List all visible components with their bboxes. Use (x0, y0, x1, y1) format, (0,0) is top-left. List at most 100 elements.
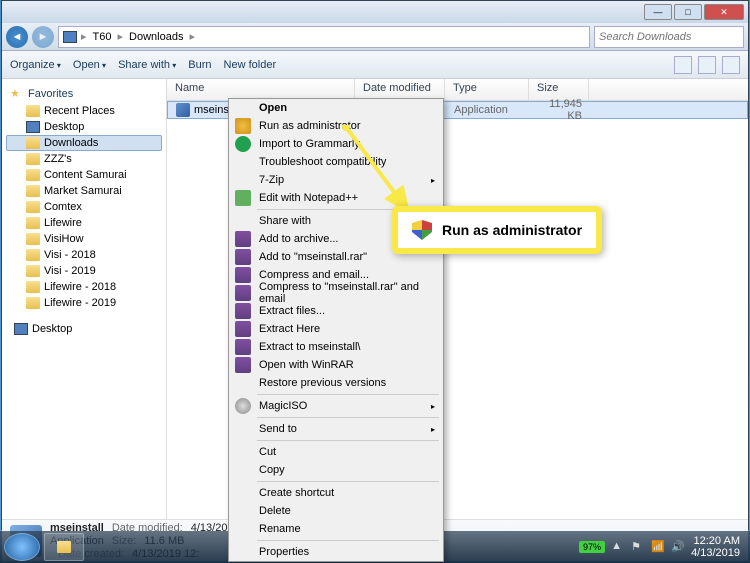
sidebar-item[interactable]: Content Samurai (6, 167, 162, 183)
ctx-label: Extract to mseinstall\ (259, 341, 360, 353)
ctx-extract-to[interactable]: Extract to mseinstall\ (229, 338, 443, 356)
sidebar-item-label: Downloads (44, 137, 98, 149)
address-bar: ◄ ► ▸ T60 ▸ Downloads ▸ (2, 23, 748, 51)
volume-icon[interactable]: 🔊 (671, 540, 685, 554)
sidebar-item-label: Lifewire - 2019 (44, 297, 116, 309)
ctx-shortcut[interactable]: Create shortcut (229, 484, 443, 502)
ctx-open-winrar[interactable]: Open with WinRAR (229, 356, 443, 374)
ctx-cut[interactable]: Cut (229, 443, 443, 461)
sidebar-item[interactable]: Lifewire - 2019 (6, 295, 162, 311)
preview-pane-icon[interactable] (698, 56, 716, 74)
winrar-icon (235, 267, 251, 283)
sidebar-item-desktop[interactable]: Desktop (6, 119, 162, 135)
sidebar-item-desktop-root[interactable]: Desktop (6, 321, 162, 337)
ctx-label: Open (259, 102, 287, 114)
sidebar-item[interactable]: Comtex (6, 199, 162, 215)
shield-icon (412, 220, 432, 240)
ctx-magiciso[interactable]: MagicISO (229, 397, 443, 415)
ctx-label: Open with WinRAR (259, 359, 354, 371)
minimize-button[interactable]: — (644, 4, 672, 20)
view-options-icon[interactable] (674, 56, 692, 74)
clock-date: 4/13/2019 (691, 547, 740, 559)
sidebar-item-label: Visi - 2018 (44, 249, 96, 261)
share-menu[interactable]: Share with (118, 59, 176, 71)
ctx-grammarly[interactable]: Import to Grammarly (229, 135, 443, 153)
winrar-icon (235, 321, 251, 337)
search-input[interactable] (594, 26, 744, 48)
column-name[interactable]: Name (167, 79, 355, 100)
ctx-restore[interactable]: Restore previous versions (229, 374, 443, 392)
breadcrumb-item[interactable]: Downloads (127, 31, 185, 43)
separator (257, 440, 439, 441)
computer-icon (63, 31, 77, 43)
ctx-7zip[interactable]: 7-Zip (229, 171, 443, 189)
sidebar-item[interactable]: Lifewire (6, 215, 162, 231)
recent-icon (26, 105, 40, 117)
tray-icon[interactable]: ▲ (611, 540, 625, 554)
ctx-extract-files[interactable]: Extract files... (229, 302, 443, 320)
ctx-copy[interactable]: Copy (229, 461, 443, 479)
breadcrumb-item[interactable]: T60 (91, 31, 114, 43)
back-button[interactable]: ◄ (6, 26, 28, 48)
help-icon[interactable] (722, 56, 740, 74)
forward-button[interactable]: ► (32, 26, 54, 48)
separator (257, 481, 439, 482)
folder-icon (26, 153, 40, 165)
ctx-troubleshoot[interactable]: Troubleshoot compatibility (229, 153, 443, 171)
ctx-delete[interactable]: Delete (229, 502, 443, 520)
close-button[interactable]: ✕ (704, 4, 744, 20)
application-icon (176, 103, 190, 117)
folder-icon (26, 233, 40, 245)
sidebar-item-downloads[interactable]: Downloads (6, 135, 162, 151)
ctx-rename[interactable]: Rename (229, 520, 443, 538)
star-icon: ★ (10, 87, 24, 101)
annotation-callout: Run as administrator (392, 206, 602, 254)
ctx-label: Extract files... (259, 305, 325, 317)
winrar-icon (235, 231, 251, 247)
file-size: 11,945 KB (530, 96, 590, 124)
folder-icon (26, 185, 40, 197)
ctx-notepadpp[interactable]: Edit with Notepad++ (229, 189, 443, 207)
organize-menu[interactable]: Organize (10, 59, 61, 71)
sidebar-item-label: Desktop (32, 323, 72, 335)
clock[interactable]: 12:20 AM 4/13/2019 (691, 535, 740, 559)
ctx-label: Rename (259, 523, 301, 535)
folder-icon (57, 541, 71, 553)
start-button[interactable] (4, 533, 40, 561)
maximize-button[interactable]: □ (674, 4, 702, 20)
sidebar-item[interactable]: VisiHow (6, 231, 162, 247)
ctx-label: Troubleshoot compatibility (259, 156, 386, 168)
taskbar-app-explorer[interactable] (44, 533, 84, 561)
new-folder-button[interactable]: New folder (224, 59, 277, 71)
ctx-label: Edit with Notepad++ (259, 192, 358, 204)
column-type[interactable]: Type (445, 79, 529, 100)
shield-icon (235, 118, 251, 134)
ctx-compress-rar-email[interactable]: Compress to "mseinstall.rar" and email (229, 284, 443, 302)
sidebar-item[interactable]: ZZZ's (6, 151, 162, 167)
file-type: Application (446, 102, 530, 118)
breadcrumb[interactable]: ▸ T60 ▸ Downloads ▸ (58, 26, 590, 48)
ctx-run-as-admin[interactable]: Run as administrator (229, 117, 443, 135)
sidebar-item[interactable]: Market Samurai (6, 183, 162, 199)
favorites-group[interactable]: ★ Favorites (6, 85, 162, 103)
ctx-open[interactable]: Open (229, 99, 443, 117)
network-icon[interactable]: 📶 (651, 540, 665, 554)
sidebar-item[interactable]: Lifewire - 2018 (6, 279, 162, 295)
sidebar-item-recent[interactable]: Recent Places (6, 103, 162, 119)
flag-icon[interactable]: ⚑ (631, 540, 645, 554)
desktop-icon (14, 323, 28, 335)
sidebar-item-label: ZZZ's (44, 153, 72, 165)
sidebar-item[interactable]: Visi - 2018 (6, 247, 162, 263)
sidebar-item[interactable]: Visi - 2019 (6, 263, 162, 279)
winrar-icon (235, 339, 251, 355)
ctx-properties[interactable]: Properties (229, 543, 443, 561)
burn-button[interactable]: Burn (188, 59, 211, 71)
sidebar-item-label: Recent Places (44, 105, 115, 117)
sidebar-item-label: VisiHow (44, 233, 84, 245)
ctx-sendto[interactable]: Send to (229, 420, 443, 438)
folder-icon (26, 265, 40, 277)
open-menu[interactable]: Open (73, 59, 106, 71)
battery-indicator[interactable]: 97% (579, 541, 605, 553)
ctx-label: Send to (259, 423, 297, 435)
ctx-extract-here[interactable]: Extract Here (229, 320, 443, 338)
